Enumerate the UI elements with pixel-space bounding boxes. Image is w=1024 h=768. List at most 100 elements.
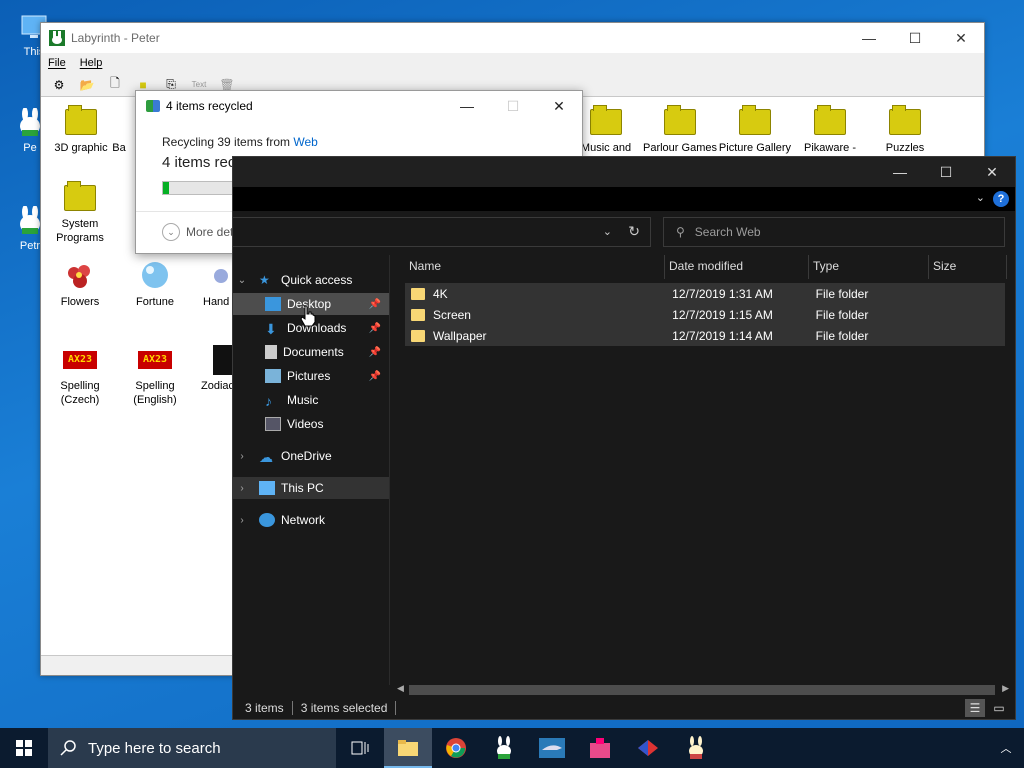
folder-icon (411, 287, 425, 300)
folder-icon (398, 740, 418, 756)
lab-item-pikaware[interactable]: Pikaware - (790, 105, 870, 155)
maximize-button[interactable]: ☐ (923, 157, 969, 187)
spelling-app-icon: AX23 (138, 351, 172, 369)
help-icon[interactable]: ? (993, 191, 1009, 207)
nav-onedrive[interactable]: › ☁ OneDrive (233, 445, 389, 467)
maximize-button: ☐ (506, 97, 520, 114)
network-icon (259, 513, 275, 527)
status-selected-count: 3 items selected (300, 701, 388, 715)
maximize-button[interactable]: ☐ (892, 23, 938, 53)
minimize-button[interactable]: — (846, 23, 892, 53)
windows-icon (16, 740, 32, 756)
table-row[interactable]: 4K 12/7/2019 1:31 AM File folder (405, 283, 1005, 304)
search-icon (60, 740, 76, 756)
pin-icon[interactable]: 📌 (369, 371, 381, 382)
recycle-source-text: Recycling 39 items from Web (162, 135, 318, 149)
search-icon: ⚲ (676, 225, 685, 239)
status-item-count: 3 items (245, 701, 284, 715)
open-folder-icon[interactable]: 📂 (73, 75, 101, 95)
file-explorer-taskbar-button[interactable] (384, 728, 432, 768)
rabbit-app-taskbar-button[interactable] (672, 728, 720, 768)
scroll-left-icon[interactable]: ◀ (397, 683, 404, 694)
show-hidden-icons-button[interactable]: ︿ (988, 728, 1024, 768)
labyrinth-titlebar[interactable]: Labyrinth - Peter — ☐ ✕ (41, 23, 984, 53)
pin-icon[interactable]: 📌 (369, 347, 381, 358)
nav-documents[interactable]: Documents 📌 (233, 341, 389, 363)
column-type[interactable]: Type (809, 255, 929, 279)
nav-pictures[interactable]: Pictures 📌 (233, 365, 389, 387)
pin-icon[interactable]: 📌 (369, 299, 381, 310)
labyrinth-tree-icon[interactable]: ⚙ (45, 75, 73, 95)
minimize-button[interactable]: — (444, 98, 490, 115)
close-button[interactable]: ✕ (938, 23, 984, 53)
nav-videos[interactable]: Videos (233, 413, 389, 435)
kite-app-taskbar-button[interactable] (624, 728, 672, 768)
scroll-right-icon[interactable]: ▶ (1002, 683, 1009, 694)
lab-item-flowers[interactable]: Flowers (40, 261, 120, 309)
lab-item-zodiac[interactable]: Zodiac (187, 345, 234, 393)
close-button[interactable]: ✕ (536, 98, 582, 115)
recycle-title: 4 items recycled (166, 99, 253, 113)
column-size[interactable]: Size (929, 255, 1007, 279)
nav-this-pc[interactable]: › This PC (233, 477, 389, 499)
chevron-right-icon[interactable]: › (235, 483, 249, 494)
large-icons-view-icon[interactable]: ▭ (989, 699, 1009, 717)
folder-icon (664, 105, 696, 135)
lab-item-hand[interactable]: Hand (187, 261, 237, 309)
labyrinth-title: Labyrinth - Peter (71, 31, 160, 45)
address-bar[interactable]: ⌄ ↻ (233, 217, 651, 247)
explorer-ribbon: ⌄ ? (233, 187, 1015, 211)
new-file-icon[interactable]: 🗋 (101, 75, 129, 95)
recycle-icon (146, 100, 160, 112)
refresh-icon[interactable]: ↻ (628, 223, 640, 240)
view-switcher: ☰ ▭ (961, 699, 1009, 717)
lab-item-spelling-english[interactable]: AX23 Spelling (English) (115, 351, 195, 407)
lab-item-spelling-czech[interactable]: AX23 Spelling (Czech) (40, 351, 120, 407)
folder-icon (739, 105, 771, 135)
lab-item-ba[interactable]: Ba (99, 109, 139, 155)
scrollbar-thumb[interactable] (409, 685, 995, 695)
details-view-icon[interactable]: ☰ (965, 699, 985, 717)
chevron-right-icon[interactable]: › (235, 451, 249, 462)
pink-app-taskbar-button[interactable] (576, 728, 624, 768)
chevron-down-icon[interactable]: ⌄ (235, 275, 249, 286)
lab-item-parlour-games[interactable]: Parlour Games (640, 105, 720, 155)
lab-item-picture-gallery[interactable]: Picture Gallery (715, 105, 795, 155)
nav-network[interactable]: › Network (233, 509, 389, 531)
expand-ribbon-icon[interactable]: ⌄ (976, 191, 985, 204)
taskbar-search[interactable] (48, 728, 336, 768)
nav-quick-access[interactable]: ⌄ ★ Quick access (233, 269, 389, 291)
table-row[interactable]: Wallpaper 12/7/2019 1:14 AM File folder (405, 325, 1005, 346)
hand-cursor-icon (300, 305, 316, 327)
minimize-button[interactable]: — (877, 157, 923, 187)
lab-item-fortune[interactable]: Fortune (115, 261, 195, 309)
close-button[interactable]: ✕ (969, 157, 1015, 187)
menu-help[interactable]: Help (80, 57, 103, 69)
horizontal-scrollbar[interactable]: ◀ ▶ (395, 683, 1011, 695)
explorer-titlebar[interactable]: — ☐ ✕ (233, 157, 1015, 187)
column-name[interactable]: Name (405, 255, 665, 279)
shark-app-taskbar-button[interactable] (528, 728, 576, 768)
lab-item-puzzles[interactable]: Puzzles (865, 105, 945, 155)
search-input[interactable] (694, 225, 975, 239)
recycle-titlebar[interactable]: 4 items recycled — ☐ ✕ (136, 91, 582, 121)
nav-music[interactable]: ♪ Music (233, 389, 389, 411)
source-folder-link[interactable]: Web (293, 135, 317, 149)
task-view-button[interactable] (336, 728, 384, 768)
search-box[interactable]: ⚲ (663, 217, 1005, 247)
rabbit-icon (689, 736, 703, 759)
start-button[interactable] (0, 728, 48, 768)
menu-file[interactable]: File (48, 57, 66, 69)
chevron-down-icon[interactable]: ⌄ (603, 225, 612, 238)
labyrinth-taskbar-button[interactable] (480, 728, 528, 768)
column-date-modified[interactable]: Date modified (665, 255, 809, 279)
table-row[interactable]: Screen 12/7/2019 1:15 AM File folder (405, 304, 1005, 325)
pin-icon[interactable]: 📌 (369, 323, 381, 334)
labyrinth-menubar: File Help (41, 53, 984, 73)
desktop: This Pe Petr Labyrinth - Peter — ☐ ✕ Fil… (0, 0, 1024, 728)
chevron-right-icon[interactable]: › (235, 515, 249, 526)
chrome-taskbar-button[interactable] (432, 728, 480, 768)
taskbar-search-input[interactable] (88, 739, 318, 757)
navigation-pane: ⌄ ★ Quick access Desktop 📌 ⬇ Downloads 📌… (233, 265, 389, 685)
lab-item-system-programs[interactable]: System Programs (40, 181, 120, 245)
